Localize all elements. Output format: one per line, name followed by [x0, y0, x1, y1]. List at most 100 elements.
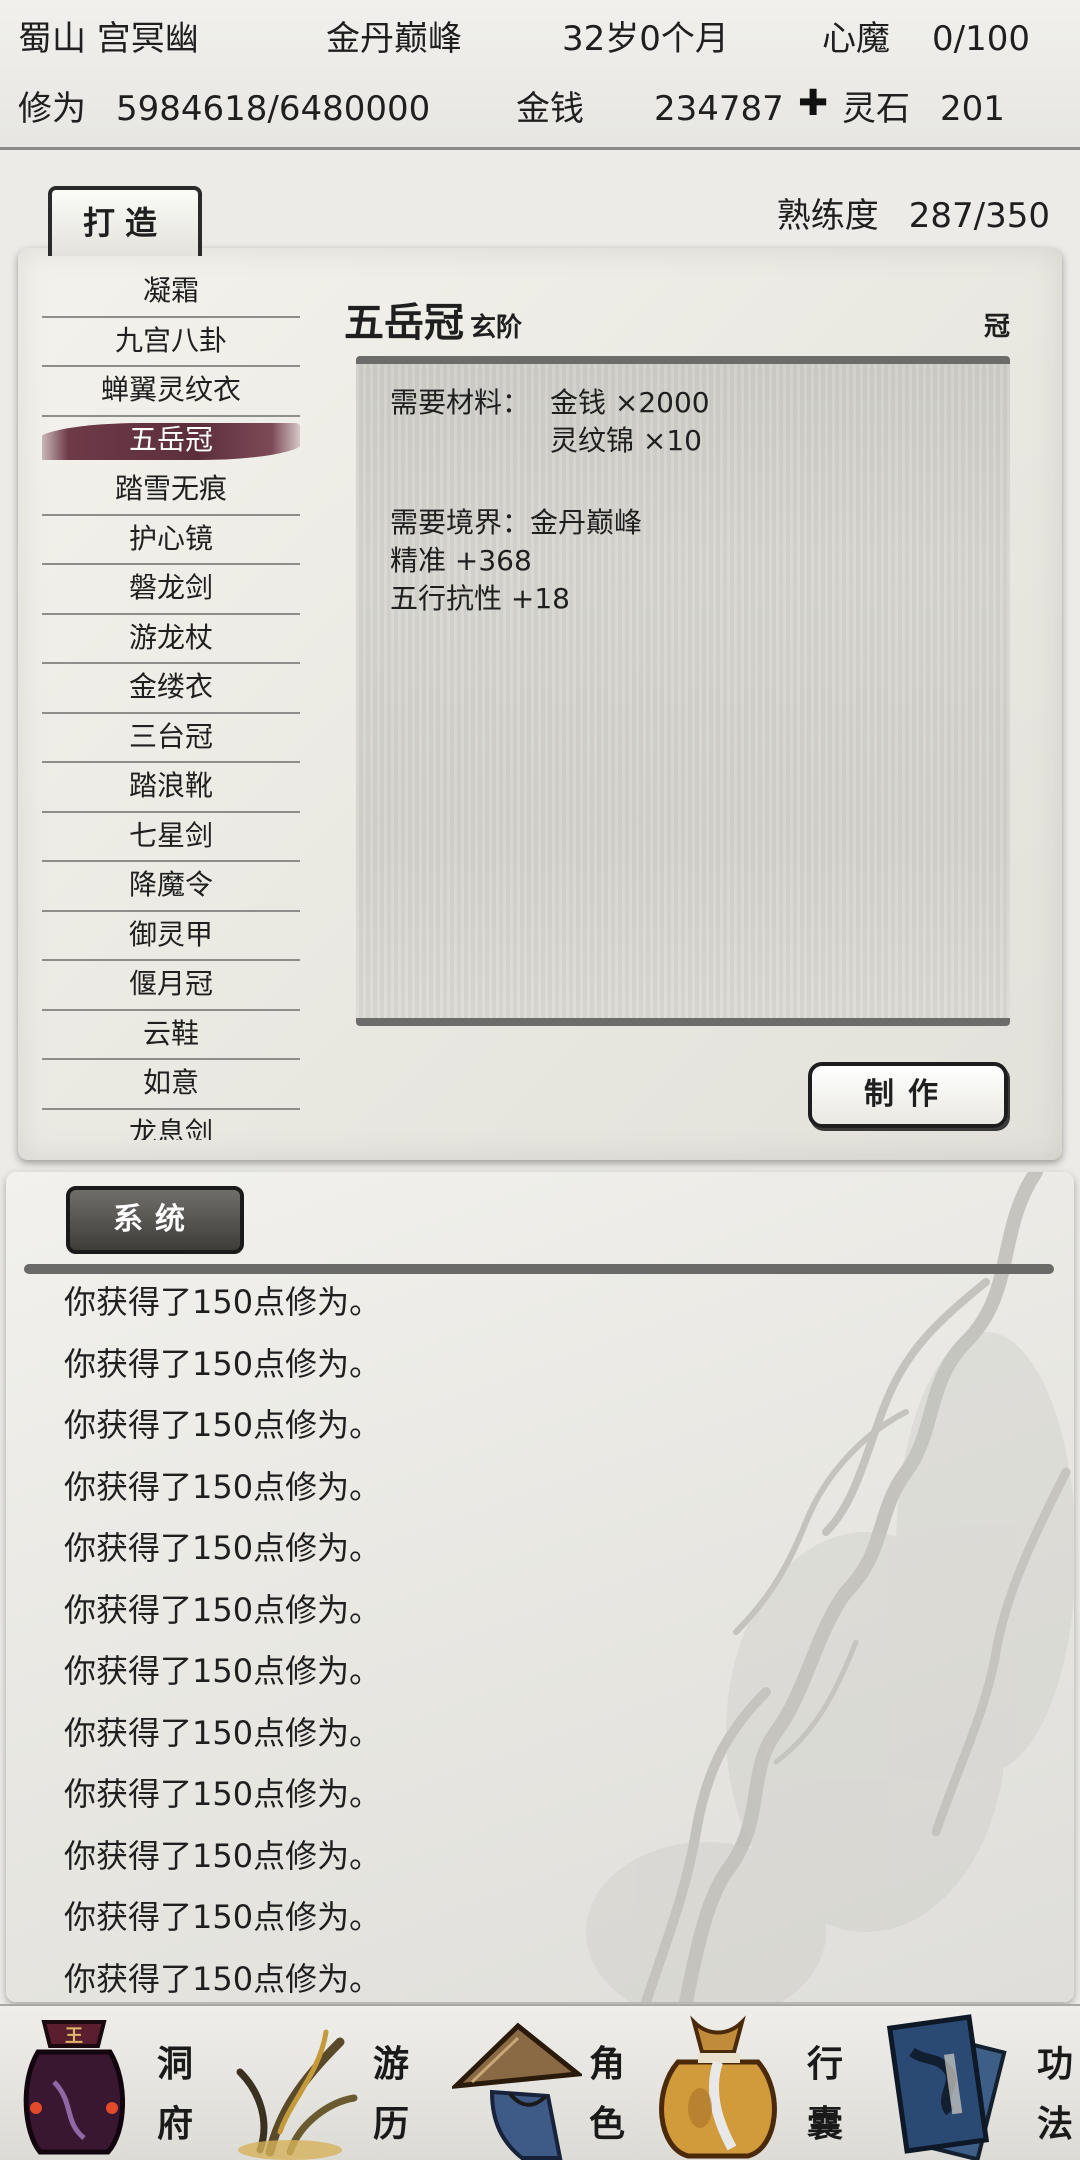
log-line: 你获得了150点修为。 — [64, 1652, 382, 1690]
material-money: 金钱 ×2000 — [550, 386, 710, 419]
nav-label-top: 游 — [372, 2043, 409, 2085]
money-value: 234787 — [654, 89, 784, 129]
log-line: 你获得了150点修为。 — [64, 1344, 382, 1383]
stat-accuracy: 精准 +368 — [390, 544, 532, 577]
palace-bag-icon: 王 — [23, 2020, 126, 2155]
recipe-item[interactable]: 金缕衣 — [42, 664, 300, 714]
player-name: 蜀山 宫冥幽 — [18, 19, 199, 59]
recipe-item-label: 三台冠 — [128, 719, 213, 753]
item-name: 五岳冠 — [344, 299, 464, 346]
recipe-item[interactable]: 五岳冠 — [42, 417, 300, 467]
proficiency-label: 熟练度 — [776, 196, 879, 236]
recipe-item-label: 御灵甲 — [128, 917, 213, 951]
nav-label-bottom: 法 — [1036, 2103, 1073, 2145]
spirit-stone-value: 201 — [940, 89, 1005, 129]
log-line: 你获得了150点修为。 — [64, 1836, 382, 1875]
scroll-books-icon — [886, 2014, 1007, 2160]
recipe-item-label: 降魔令 — [128, 868, 213, 901]
recipe-item[interactable]: 龙息剑 — [42, 1110, 300, 1141]
recipe-item-label: 如意 — [142, 1066, 199, 1099]
recipe-item-label: 磐龙剑 — [128, 571, 213, 604]
nav-label-top: 洞 — [156, 2043, 193, 2085]
recipe-item[interactable]: 护心镜 — [42, 516, 300, 565]
recipe-item[interactable]: 偃月冠 — [42, 961, 300, 1011]
nav-label-bottom: 色 — [588, 2103, 625, 2145]
svg-text:王: 王 — [65, 2026, 83, 2047]
material-lingwen-brocade: 灵纹锦 ×10 — [550, 424, 702, 457]
recipe-item[interactable]: 三台冠 — [42, 714, 300, 763]
log-line: 你获得了150点修为。 — [64, 1898, 382, 1936]
spirit-stone-label: 灵石 — [842, 89, 910, 129]
nav-label-top: 角 — [588, 2043, 625, 2085]
recipe-item-label: 蝉翼灵纹衣 — [100, 373, 241, 406]
recipe-item-label: 云鞋 — [142, 1016, 199, 1050]
recipe-item-label: 踏雪无痕 — [114, 472, 227, 505]
recipe-item[interactable]: 踏雪无痕 — [42, 466, 300, 516]
craft-button[interactable]: 制作 — [808, 1062, 1008, 1128]
herb-icon — [236, 2029, 358, 2160]
heart-demon-value: 0/100 — [932, 19, 1030, 59]
recipe-item-label: 金缕衣 — [128, 670, 213, 703]
recipe-item-label: 龙息剑 — [128, 1115, 213, 1141]
coin-icon: ✚ — [798, 83, 829, 124]
log-line: 你获得了150点修为。 — [64, 1467, 382, 1506]
heart-demon-label: 心魔 — [822, 19, 890, 59]
recipe-item[interactable]: 踏浪靴 — [42, 763, 300, 813]
log-line: 你获得了150点修为。 — [64, 1529, 382, 1567]
cultivation-value: 5984618/6480000 — [116, 89, 431, 129]
recipe-item-label: 凝霜 — [142, 274, 199, 307]
log-line: 你获得了150点修为。 — [64, 1406, 382, 1444]
materials-label: 需要材料： — [390, 386, 531, 419]
recipe-item[interactable]: 降魔令 — [42, 862, 300, 912]
age-text: 32岁0个月 — [562, 19, 729, 59]
nav-label-bottom: 囊 — [806, 2103, 843, 2145]
recipe-item[interactable]: 蝉翼灵纹衣 — [42, 367, 300, 417]
nav-techniques[interactable]: 功 法 — [864, 2006, 1080, 2160]
money-label: 金钱 — [516, 89, 584, 129]
log-line: 你获得了150点修为。 — [64, 1590, 382, 1629]
recipe-item[interactable]: 磐龙剑 — [42, 565, 300, 615]
realm-text: 金丹巅峰 — [326, 19, 462, 59]
item-title: 五岳冠 玄阶 — [344, 290, 522, 348]
nav-label-top: 功 — [1036, 2043, 1073, 2085]
system-log-list[interactable]: 你获得了150点修为。 你获得了150点修为。 你获得了150点修为。 你获得了150… — [64, 1280, 964, 2018]
recipe-item[interactable]: 御灵甲 — [42, 912, 300, 961]
nav-inventory[interactable]: 行 囊 — [648, 2006, 864, 2160]
cultivation-label: 修为 — [18, 89, 86, 129]
proficiency-value: 287/350 — [908, 196, 1050, 236]
nav-label-bottom: 历 — [372, 2103, 409, 2145]
tab-system[interactable]: 系统 — [66, 1186, 244, 1254]
recipe-item-label: 七星剑 — [128, 818, 213, 852]
nav-label-bottom: 府 — [156, 2103, 193, 2145]
bottom-nav: 王 洞 府 游 历 角 色 行 囊 功 法 — [0, 2004, 1080, 2160]
stat-elemental-resistance: 五行抗性 +18 — [390, 582, 570, 615]
nav-character[interactable]: 角 色 — [432, 2006, 648, 2160]
nav-label-top: 行 — [806, 2043, 843, 2085]
recipe-item[interactable]: 如意 — [42, 1060, 300, 1110]
log-divider — [24, 1264, 1054, 1274]
recipe-item-label: 五岳冠 — [128, 422, 213, 456]
proficiency: 熟练度 287/350 — [777, 188, 1050, 237]
tab-forge[interactable]: 打造 — [48, 186, 202, 256]
recipe-item[interactable]: 凝霜 — [42, 268, 300, 318]
recipe-item[interactable]: 九宫八卦 — [42, 318, 300, 367]
item-type: 冠 — [983, 312, 1010, 342]
recipe-list[interactable]: 凝霜九宫八卦蝉翼灵纹衣五岳冠踏雪无痕护心镜磐龙剑游龙杖金缕衣三台冠踏浪靴七星剑降… — [42, 268, 300, 1140]
log-line: 你获得了150点修为。 — [64, 1775, 382, 1813]
recipe-item-label: 游龙杖 — [128, 620, 213, 654]
gold-pouch-icon — [659, 2015, 777, 2159]
nav-cave-dwelling[interactable]: 王 洞 府 — [0, 2006, 216, 2160]
recipe-item-label: 护心镜 — [128, 521, 213, 555]
realm-requirement: 需要境界：金丹巅峰 — [390, 506, 643, 539]
recipe-item-label: 踏浪靴 — [128, 769, 213, 802]
recipe-item[interactable]: 七星剑 — [42, 813, 300, 862]
recipe-item[interactable]: 游龙杖 — [42, 615, 300, 664]
nav-travel[interactable]: 游 历 — [216, 2006, 432, 2160]
log-line: 你获得了150点修为。 — [64, 1713, 382, 1752]
recipe-item[interactable]: 云鞋 — [42, 1011, 300, 1060]
recipe-item-label: 偃月冠 — [128, 967, 213, 1000]
recipe-item-label: 九宫八卦 — [114, 323, 227, 357]
bamboo-hat-icon — [452, 2022, 582, 2160]
log-line: 你获得了150点修为。 — [64, 1283, 382, 1321]
status-bar: 蜀山 宫冥幽 金丹巅峰 32岁0个月 心魔 0/100 修为 5984618/6… — [0, 0, 1080, 150]
